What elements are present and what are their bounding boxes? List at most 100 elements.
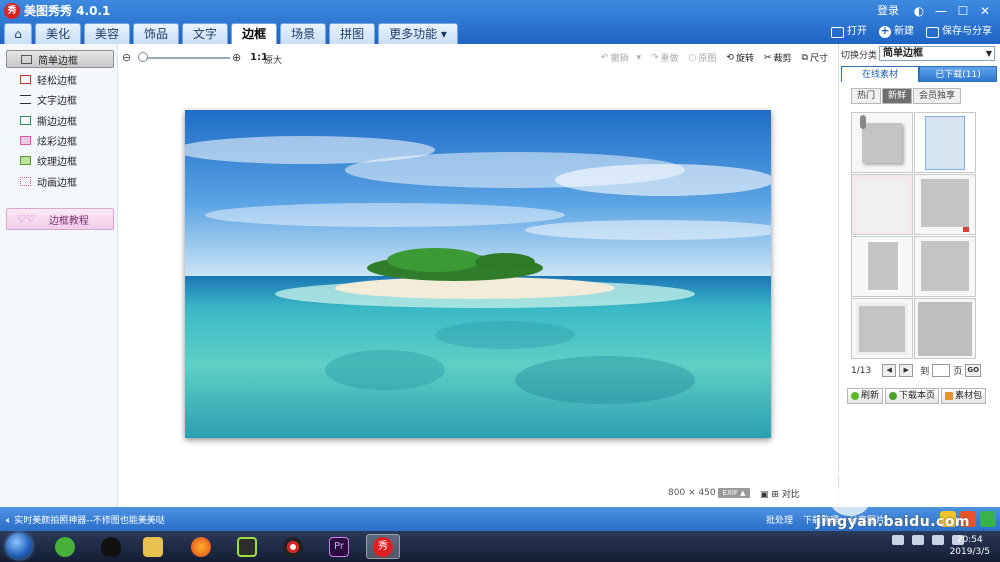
material-pack-label: 素材包	[955, 391, 983, 401]
main-tabs: ⌂ 美化 美容 饰品 文字 边框 场景 拼图 更多功能 ▾	[4, 23, 458, 44]
next-page-button[interactable]: ▶	[899, 364, 914, 377]
status-tip[interactable]: 🔈︎ 实时美颜拍照神器--不修图也能美美哒	[6, 513, 165, 526]
taskbar-app-qq[interactable]	[94, 534, 128, 559]
undo-button[interactable]: ↶ 撤销 ▾	[601, 51, 641, 65]
subtab-new[interactable]: 新鲜	[882, 88, 913, 104]
go-button[interactable]: GO	[965, 364, 982, 377]
meitu-icon: 秀	[373, 536, 393, 557]
tab-text[interactable]: 文字	[182, 23, 229, 44]
open-label: 打开	[847, 26, 867, 37]
sidebar-item-text-frame[interactable]: 文字边框	[6, 90, 114, 108]
tab-accessories[interactable]: 饰品	[133, 23, 180, 44]
save-icon	[926, 26, 939, 38]
sidebar-item-simple-frame[interactable]: 简单边框	[6, 50, 114, 68]
redo-icon: ↷	[650, 52, 659, 63]
new-button[interactable]: + 新建	[879, 24, 914, 40]
skin-icon[interactable]: ◐	[908, 2, 930, 20]
tab-collage[interactable]: 拼图	[329, 23, 376, 44]
zoom-slider-track[interactable]	[138, 57, 230, 59]
save-share-label: 保存与分享	[942, 26, 992, 37]
window-controls: 登录 ◐ — ☐ ✕	[868, 2, 996, 20]
tab-downloaded[interactable]: 已下载(11)	[919, 66, 997, 82]
flag-icon[interactable]	[912, 535, 924, 545]
start-button[interactable]	[6, 533, 32, 559]
subtab-hot[interactable]: 热门	[851, 88, 882, 104]
frame-thumbnail[interactable]	[914, 174, 976, 235]
pagination: 1/13 ◀ ▶ 到 页 GO	[851, 364, 982, 377]
edit-tools: ↶ 撤销 ▾ ↷ 重做 ○ 原图 ⟲ 旋转 ✂ 裁剪 ⧉ 尺寸	[601, 51, 828, 65]
open-button[interactable]: 打开	[831, 24, 867, 40]
zoom-in-icon[interactable]: ⊕	[232, 51, 241, 64]
resize-label: 尺寸	[809, 54, 828, 64]
redo-label: 重做	[660, 54, 679, 64]
rotate-button[interactable]: ⟲ 旋转	[726, 51, 754, 65]
tab-more[interactable]: 更多功能 ▾	[378, 23, 458, 44]
subtab-vip[interactable]: 会员独享	[913, 88, 962, 104]
frame-thumbnail[interactable]	[851, 112, 913, 173]
batch-process-link[interactable]: 批处理	[766, 513, 793, 526]
close-button[interactable]: ✕	[974, 2, 996, 20]
crop-button[interactable]: ✂ 裁剪	[764, 51, 792, 65]
redo-button[interactable]: ↷ 重做	[650, 51, 679, 65]
resize-button[interactable]: ⧉ 尺寸	[802, 51, 828, 65]
clock-time: 20:54	[956, 535, 983, 545]
category-select[interactable]: 简单边框 ▼	[879, 46, 995, 61]
frame-thumbnail[interactable]	[851, 298, 913, 359]
exif-button[interactable]: EXIF ▲	[718, 488, 750, 498]
chevron-down-icon: ▼	[985, 49, 992, 58]
original-image-label: 原图	[698, 54, 717, 64]
keyboard-icon[interactable]	[892, 535, 904, 545]
tab-frame[interactable]: 边框	[231, 23, 278, 44]
frame-thumbnail[interactable]	[851, 236, 913, 297]
taskbar-app-firefox[interactable]	[184, 534, 218, 559]
frame-thumbnail[interactable]	[914, 298, 976, 359]
original-size-label[interactable]: 原大	[264, 53, 282, 66]
sidebar-item-colorful-frame[interactable]: 炫彩边框	[6, 131, 114, 149]
taskbar-app-premiere[interactable]: Pr	[322, 534, 356, 559]
network-icon[interactable]	[932, 535, 944, 545]
frame-tutorial-button[interactable]: ♡♡ 边框教程	[6, 208, 114, 230]
save-share-button[interactable]: 保存与分享	[926, 24, 992, 40]
minimize-button[interactable]: —	[930, 2, 952, 20]
taskbar-app-meitu[interactable]: 秀	[366, 534, 400, 559]
tab-beautify[interactable]: 美化	[35, 23, 82, 44]
refresh-icon	[851, 392, 859, 400]
frame-thumbnail[interactable]	[914, 112, 976, 173]
tab-home[interactable]: ⌂	[4, 23, 32, 44]
zoom-out-icon[interactable]: ⊖	[122, 51, 131, 64]
frame-thumbnail[interactable]	[914, 236, 976, 297]
360-icon	[55, 536, 75, 557]
original-image-button[interactable]: ○ 原图	[689, 51, 717, 65]
page-number-input[interactable]	[932, 364, 951, 377]
download-page-button[interactable]: 下载本页	[885, 388, 940, 404]
frame-thumbnail[interactable]	[851, 174, 913, 235]
photo-canvas[interactable]	[185, 110, 771, 438]
tab-scene[interactable]: 场景	[280, 23, 327, 44]
refresh-button[interactable]: 刷新	[847, 388, 884, 404]
tab-online-material[interactable]: 在线素材	[841, 66, 919, 82]
sidebar-item-easy-frame[interactable]: 轻松边框	[6, 70, 114, 88]
sidebar-item-torn-frame[interactable]: 撕边边框	[6, 111, 114, 129]
login-link[interactable]: 登录	[868, 2, 908, 20]
plus-icon: +	[879, 24, 891, 38]
top-actions: 打开 + 新建 保存与分享	[831, 24, 992, 40]
material-pack-button[interactable]: 素材包	[941, 388, 987, 404]
taskbar-app-recorder[interactable]	[276, 534, 310, 559]
taskbar-app-explorer[interactable]	[136, 534, 170, 559]
tab-beauty[interactable]: 美容	[84, 23, 131, 44]
player-icon	[237, 536, 257, 557]
page-indicator: 1/13	[851, 365, 872, 376]
sidebar-item-animated-frame[interactable]: 动画边框	[6, 172, 114, 190]
prev-page-button[interactable]: ◀	[882, 364, 897, 377]
taskbar-app-player[interactable]	[230, 534, 264, 559]
system-clock[interactable]: 20:54 2019/3/5	[950, 534, 990, 558]
sidebar-item-texture-frame[interactable]: 纹理边框	[6, 151, 114, 169]
text-frame-icon	[20, 94, 31, 104]
windows-taskbar: Pr 秀 20:54 2019/3/5	[0, 531, 1000, 562]
add-icon[interactable]	[980, 511, 996, 527]
frame-thumbnail-grid	[851, 112, 976, 359]
taskbar-app-360[interactable]	[48, 534, 82, 559]
zoom-slider-handle[interactable]	[138, 52, 148, 62]
view-toggle[interactable]: ▣ ⊞ 对比	[760, 487, 800, 500]
maximize-button[interactable]: ☐	[952, 2, 974, 20]
